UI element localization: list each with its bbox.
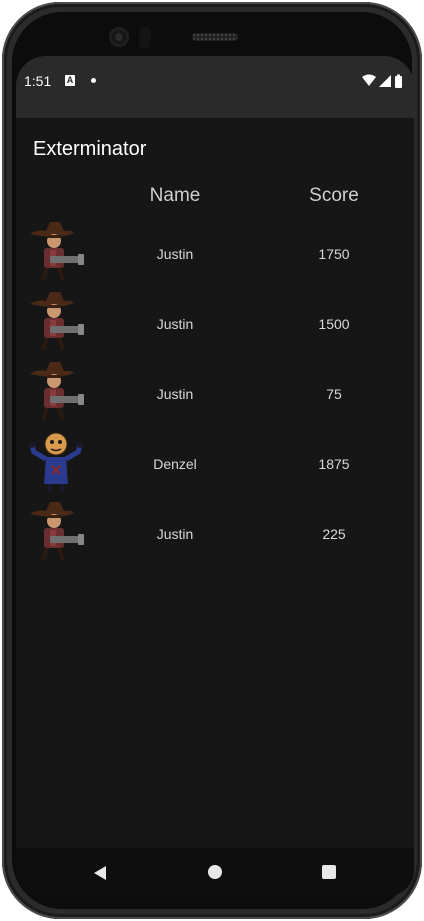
table-row: Denzel 1875	[16, 430, 414, 500]
home-icon[interactable]	[208, 865, 222, 879]
battery-icon	[395, 76, 402, 88]
phone-frame: 1:51 A Exterminator Name Score Justin 17…	[2, 2, 422, 919]
player-name: Justin	[156, 246, 194, 262]
back-icon[interactable]	[92, 865, 108, 881]
table-row: Justin 225	[16, 500, 414, 570]
screen: 1:51 A Exterminator Name Score Justin 17…	[16, 56, 414, 896]
notification-dot-icon	[91, 78, 96, 83]
navigation-bar	[16, 848, 414, 896]
leaderboard-screen: Exterminator Name Score Justin 1750 Just…	[16, 118, 414, 848]
cowboy-gunner-icon	[30, 222, 84, 281]
app-title: Exterminator	[33, 138, 147, 160]
denzel-character-icon	[29, 432, 83, 493]
table-row: Justin 75	[16, 360, 414, 430]
player-score: 1875	[318, 456, 350, 472]
player-name: Justin	[156, 386, 194, 402]
cell-signal-icon	[379, 75, 391, 87]
column-header-name: Name	[149, 185, 201, 206]
column-header-score: Score	[309, 185, 359, 206]
player-score: 1750	[318, 246, 350, 262]
player-name: Justin	[156, 316, 194, 332]
cowboy-gunner-icon	[30, 292, 84, 351]
table-row: Justin 1750	[16, 220, 414, 290]
player-score: 1500	[318, 316, 350, 332]
player-name: Denzel	[153, 456, 197, 472]
notification-a-icon: A	[65, 75, 75, 86]
cowboy-gunner-icon	[30, 502, 84, 561]
earpiece-speaker	[192, 33, 238, 41]
table-row: Justin 1500	[16, 290, 414, 360]
wifi-icon	[362, 74, 376, 86]
player-score: 75	[326, 386, 342, 402]
cowboy-gunner-icon	[30, 362, 84, 421]
status-time: 1:51	[24, 73, 52, 89]
status-bar: 1:51 A	[16, 56, 414, 118]
recents-icon[interactable]	[322, 865, 336, 879]
system-icons	[362, 74, 402, 88]
player-score: 225	[322, 526, 346, 542]
player-name: Justin	[156, 526, 194, 542]
front-camera	[109, 27, 129, 47]
proximity-sensor	[139, 27, 151, 49]
